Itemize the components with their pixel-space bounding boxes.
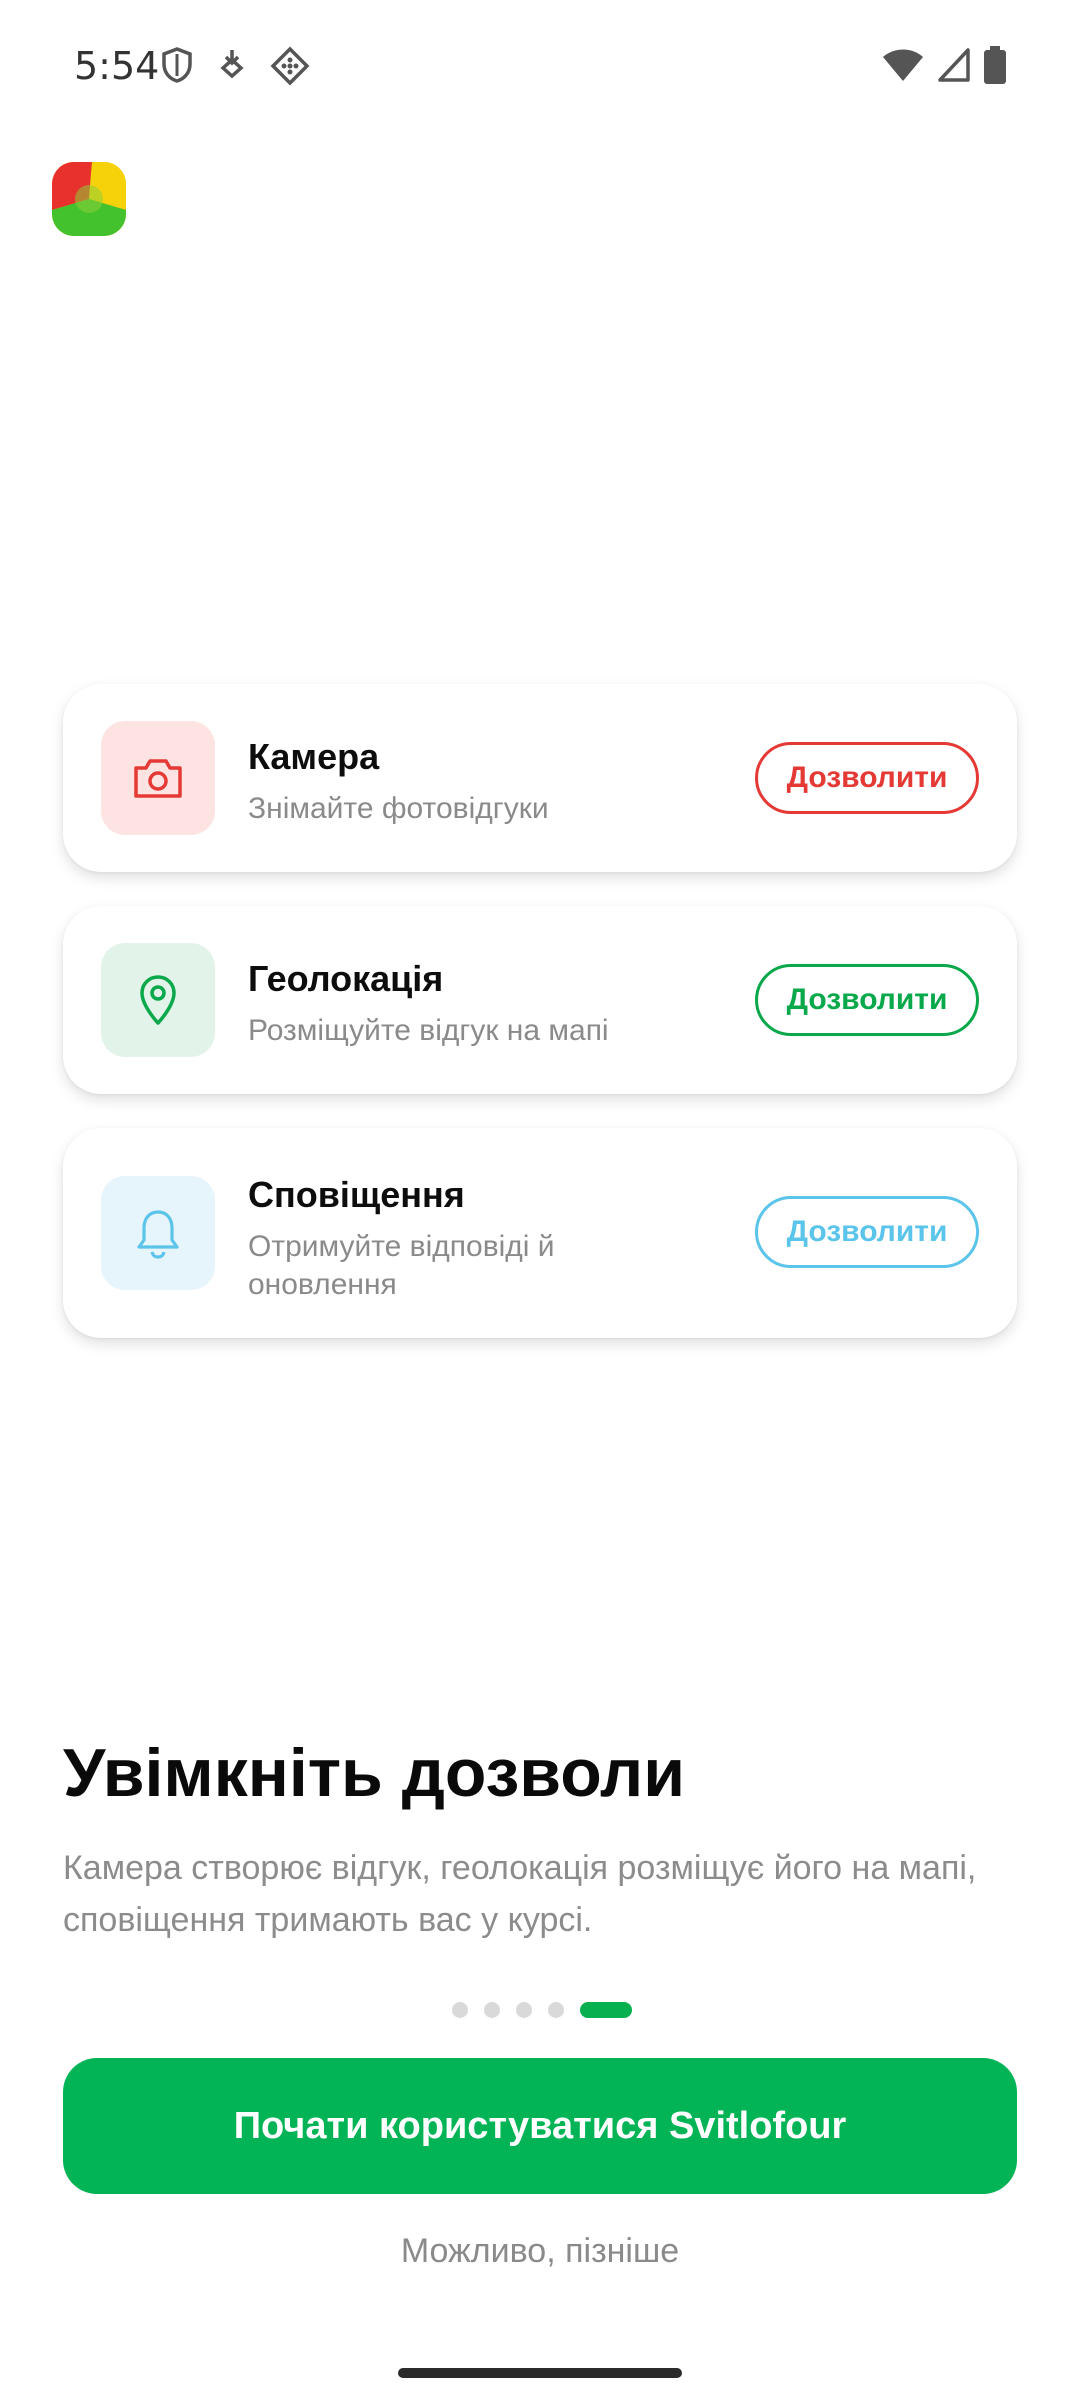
status-time: 5:54 (74, 44, 160, 88)
signal-icon (938, 48, 970, 82)
pager-dot (452, 2002, 468, 2018)
permission-title: Камера (248, 736, 380, 777)
permission-title: Геолокація (248, 958, 444, 999)
permission-subtitle: Отримуйте відповіді й оновлення (248, 1230, 555, 1301)
app-logo (52, 162, 126, 236)
status-bar: 5:54 (0, 0, 1080, 130)
start-using-button[interactable]: Почати користуватися Svitlofour (63, 2058, 1017, 2194)
allow-notifications-button[interactable]: Дозволити (755, 1196, 979, 1268)
permission-card-notifications: Сповіщення Отримуйте відповіді й оновлен… (63, 1128, 1017, 1338)
pager-dot (548, 2002, 564, 2018)
pager-dot (516, 2002, 532, 2018)
wifi-icon (883, 49, 923, 81)
camera-icon-box (101, 721, 215, 835)
bell-icon (137, 1210, 179, 1259)
page-description: Камера створює відгук, геолокація розміщ… (63, 1849, 977, 1939)
camera-icon (134, 759, 182, 798)
pager-dot-active (580, 2002, 632, 2018)
maybe-later-link[interactable]: Можливо, пізніше (0, 2232, 1080, 2271)
bell-icon-box (101, 1176, 215, 1290)
battery-icon (984, 46, 1006, 84)
location-pin-icon (140, 975, 176, 1025)
permission-card-camera: Камера Знімайте фотовідгуки Дозволити (63, 684, 1017, 872)
permission-subtitle: Знімайте фотовідгуки (248, 792, 549, 825)
allow-geolocation-button[interactable]: Дозволити (755, 964, 979, 1036)
nfc-icon (270, 46, 310, 86)
permission-title: Сповіщення (248, 1174, 465, 1215)
permission-card-geolocation: Геолокація Розміщуйте відгук на мапі Доз… (63, 906, 1017, 1094)
location-icon-box (101, 943, 215, 1057)
shield-icon (162, 47, 192, 83)
page-title: Увімкніть дозволи (63, 1735, 686, 1811)
home-indicator[interactable] (398, 2368, 682, 2378)
download-icon (220, 50, 244, 79)
pager-dot (484, 2002, 500, 2018)
allow-camera-button[interactable]: Дозволити (755, 742, 979, 814)
permission-subtitle: Розміщуйте відгук на мапі (248, 1014, 609, 1047)
pager-indicator (452, 2002, 632, 2018)
